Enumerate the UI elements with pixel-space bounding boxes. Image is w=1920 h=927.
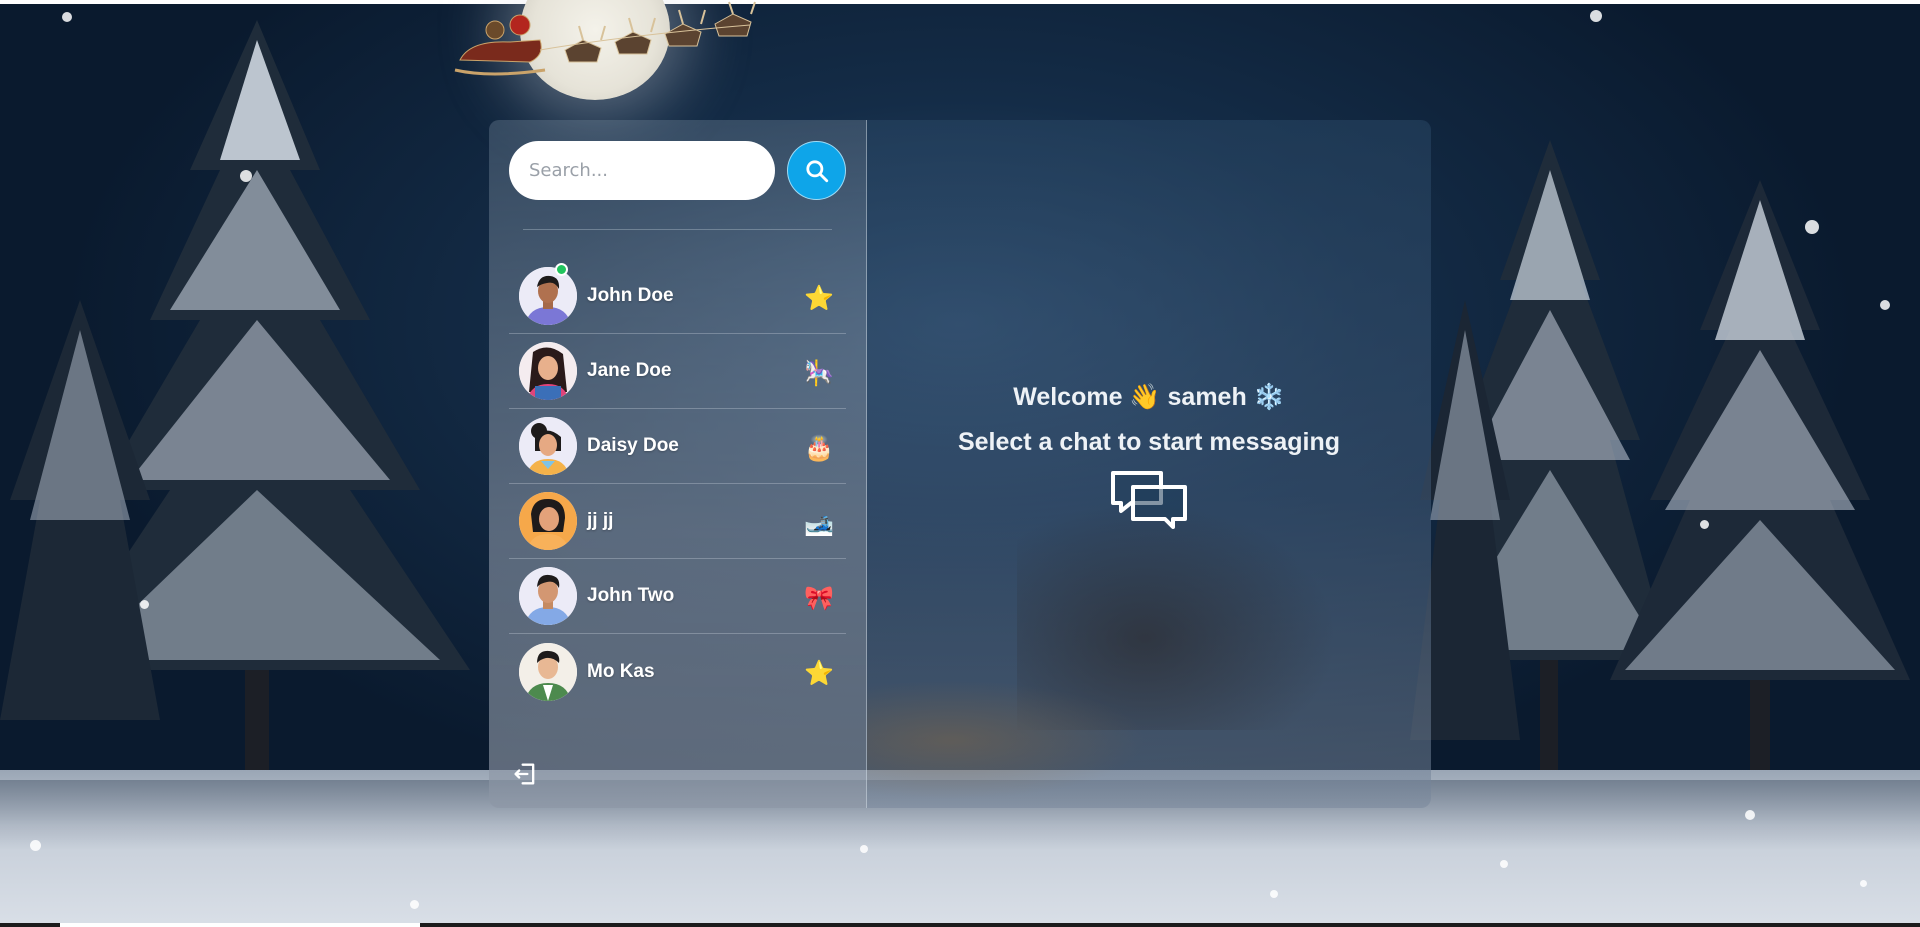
contact-item[interactable]: John Doe ⭐: [509, 259, 846, 334]
contact-item[interactable]: Jane Doe 🎠: [509, 334, 846, 409]
snowflake: [30, 840, 41, 851]
contact-name: jj jj: [587, 510, 614, 531]
snowflake: [1590, 10, 1602, 22]
snowflake: [1500, 860, 1508, 868]
snowflake: [410, 900, 419, 909]
online-status-dot: [555, 263, 568, 276]
contact-name: Jane Doe: [587, 360, 672, 381]
sidebar-divider: [523, 229, 832, 230]
contact-status-emoji: 🎠: [804, 359, 834, 387]
chat-panel: Welcome 👋 sameh ❄️ Select a chat to star…: [867, 120, 1431, 808]
snowflake: [1700, 520, 1709, 529]
contact-name: Mo Kas: [587, 660, 655, 682]
snowy-tree-left-small: [0, 300, 160, 720]
snowflake: [240, 170, 252, 182]
contact-status-emoji: 🎿: [804, 509, 834, 537]
contact-list: John Doe ⭐ Jane Doe 🎠 Daisy Doe 🎂 jj jj …: [509, 259, 846, 709]
bottom-strip-segment: [60, 923, 420, 927]
contact-status-emoji: 🎀: [804, 584, 834, 612]
empty-state: Welcome 👋 sameh ❄️ Select a chat to star…: [867, 382, 1431, 538]
welcome-greeting: Welcome 👋 sameh ❄️: [1013, 383, 1285, 411]
search-icon: [805, 159, 828, 182]
search-button[interactable]: [787, 141, 846, 200]
bottom-strip: [0, 923, 1920, 927]
avatar: [519, 492, 577, 550]
snowy-tree-right-2: [1610, 180, 1910, 780]
logout-button[interactable]: [511, 760, 539, 788]
santa-sleigh-illustration: [454, 1, 756, 76]
contact-name: John Doe: [587, 285, 674, 306]
chat-app: John Doe ⭐ Jane Doe 🎠: [489, 120, 1431, 808]
snowflake: [860, 845, 868, 853]
avatar: [519, 417, 577, 475]
search-input[interactable]: [509, 141, 776, 200]
snowflake: [1270, 890, 1278, 898]
sidebar: John Doe ⭐ Jane Doe 🎠: [489, 120, 867, 808]
contact-name: John Two: [587, 585, 675, 606]
snowflake: [1745, 810, 1755, 820]
contact-item[interactable]: Mo Kas ⭐: [509, 634, 846, 709]
snowflake: [1860, 880, 1867, 887]
contact-status-emoji: ⭐: [804, 659, 834, 687]
welcome-prompt: Select a chat to start messaging: [957, 428, 1341, 456]
top-strip: [0, 0, 1920, 4]
contact-name: Daisy Doe: [587, 435, 679, 456]
contact-status-emoji: 🎂: [804, 434, 834, 462]
blurred-background-glow: [867, 680, 1147, 800]
avatar: [519, 267, 577, 325]
snowflake: [1805, 220, 1819, 234]
search-bar: [509, 141, 846, 200]
contact-status-emoji: ⭐: [804, 284, 834, 312]
snowflake: [140, 600, 149, 609]
avatar: [519, 342, 577, 400]
avatar: [519, 642, 577, 701]
snowflake: [1880, 300, 1890, 310]
chat-bubbles-icon: [1111, 471, 1187, 529]
contact-item[interactable]: jj jj 🎿: [509, 484, 846, 559]
contact-item[interactable]: Daisy Doe 🎂: [509, 409, 846, 484]
contact-item[interactable]: John Two 🎀: [509, 559, 846, 634]
logout-icon: [514, 763, 535, 785]
avatar: [519, 567, 577, 625]
snowflake: [62, 12, 72, 22]
